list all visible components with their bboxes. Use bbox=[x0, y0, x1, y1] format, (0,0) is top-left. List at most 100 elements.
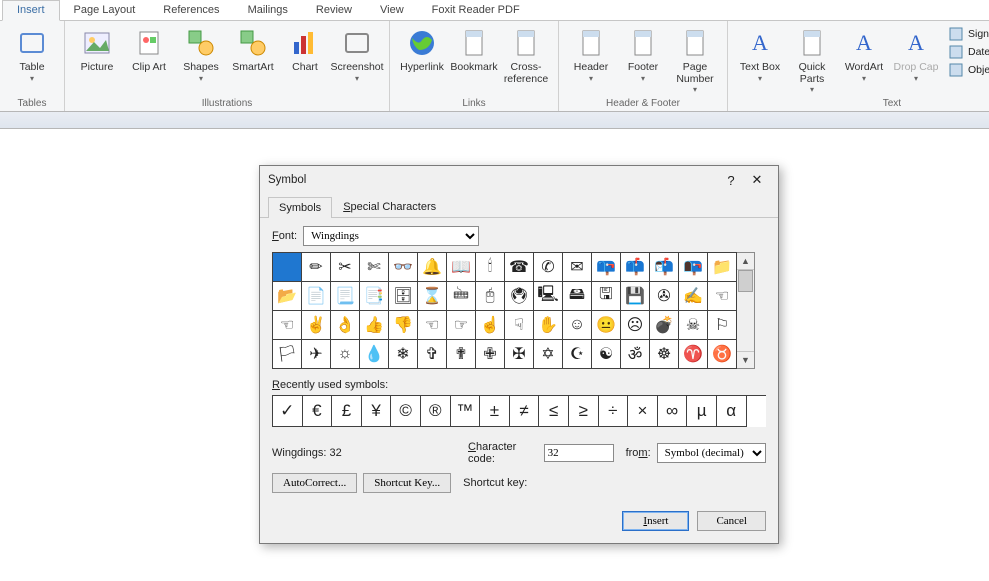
screenshot-button[interactable]: Screenshot▾ bbox=[331, 23, 383, 83]
symbol-cell[interactable]: ♉ bbox=[708, 340, 737, 369]
clip-art-button[interactable]: Clip Art bbox=[123, 23, 175, 74]
symbol-cell[interactable]: ☹ bbox=[621, 311, 650, 340]
symbol-cell[interactable]: ☜ bbox=[418, 311, 447, 340]
symbol-cell[interactable]: 🕯 bbox=[476, 253, 505, 282]
symbol-cell[interactable]: 📄 bbox=[302, 282, 331, 311]
symbol-cell[interactable]: ✆ bbox=[534, 253, 563, 282]
symbol-cell[interactable]: 🏳 bbox=[273, 340, 302, 369]
recent-symbol-cell[interactable]: ® bbox=[421, 396, 451, 427]
hyperlink-button[interactable]: Hyperlink bbox=[396, 23, 448, 74]
tab-page-layout[interactable]: Page Layout bbox=[60, 1, 150, 20]
symbol-cell[interactable]: ☠ bbox=[679, 311, 708, 340]
insert-button[interactable]: Insert bbox=[622, 511, 689, 531]
symbol-cell[interactable]: ☜ bbox=[708, 282, 737, 311]
symbol-cell[interactable]: ✙ bbox=[476, 340, 505, 369]
symbol-cell[interactable]: ❄ bbox=[389, 340, 418, 369]
recent-symbol-cell[interactable]: ∞ bbox=[658, 396, 688, 427]
recent-symbol-cell[interactable]: × bbox=[628, 396, 658, 427]
scroll-thumb[interactable] bbox=[738, 270, 753, 292]
symbol-cell[interactable]: ☪ bbox=[563, 340, 592, 369]
symbol-cell[interactable]: ☼ bbox=[331, 340, 360, 369]
scroll-down-icon[interactable]: ▼ bbox=[737, 351, 754, 368]
tab-review[interactable]: Review bbox=[302, 1, 366, 20]
symbol-cell[interactable]: 🖴 bbox=[563, 282, 592, 311]
symbol-cell[interactable]: ♈ bbox=[679, 340, 708, 369]
symbol-cell[interactable]: 📂 bbox=[273, 282, 302, 311]
table-button[interactable]: Table▾ bbox=[6, 23, 58, 83]
recent-symbol-cell[interactable]: ≥ bbox=[569, 396, 599, 427]
symbol-cell[interactable]: 📪 bbox=[592, 253, 621, 282]
recent-symbol-cell[interactable]: ✓ bbox=[273, 396, 303, 427]
symbol-cell[interactable]: 🖮 bbox=[447, 282, 476, 311]
symbol-cell[interactable]: ✡ bbox=[534, 340, 563, 369]
grid-scrollbar[interactable]: ▲ ▼ bbox=[737, 252, 755, 369]
symbol-cell[interactable]: 🖰 bbox=[476, 282, 505, 311]
signature-line-button[interactable]: Signature Line ▾ bbox=[946, 25, 989, 43]
recent-symbol-cell[interactable]: α bbox=[717, 396, 747, 427]
recent-symbol-cell[interactable]: µ bbox=[687, 396, 717, 427]
picture-button[interactable]: Picture bbox=[71, 23, 123, 74]
symbol-cell[interactable]: 📫 bbox=[621, 253, 650, 282]
shapes-button[interactable]: Shapes▾ bbox=[175, 23, 227, 83]
recent-symbol-cell[interactable]: ÷ bbox=[599, 396, 629, 427]
symbol-cell[interactable]: ✠ bbox=[505, 340, 534, 369]
symbol-cell[interactable]: 📁 bbox=[708, 253, 737, 282]
symbol-cell[interactable]: ✈ bbox=[302, 340, 331, 369]
symbol-cell[interactable]: 🖫 bbox=[592, 282, 621, 311]
recent-symbol-cell[interactable]: ≤ bbox=[539, 396, 569, 427]
quick-parts-button[interactable]: Quick Parts▾ bbox=[786, 23, 838, 95]
recent-symbol-cell[interactable]: © bbox=[391, 396, 421, 427]
footer-button[interactable]: Footer▾ bbox=[617, 23, 669, 83]
bookmark-button[interactable]: Bookmark bbox=[448, 23, 500, 74]
symbol-cell[interactable]: ✂ bbox=[331, 253, 360, 282]
tab-mailings[interactable]: Mailings bbox=[234, 1, 302, 20]
symbol-cell[interactable]: ✌ bbox=[302, 311, 331, 340]
symbol-cell[interactable]: ॐ bbox=[621, 340, 650, 369]
symbol-cell[interactable]: ☞ bbox=[447, 311, 476, 340]
tab-view[interactable]: View bbox=[366, 1, 418, 20]
symbol-cell[interactable]: 📃 bbox=[331, 282, 360, 311]
scroll-up-icon[interactable]: ▲ bbox=[737, 253, 754, 270]
symbol-cell[interactable]: ✏ bbox=[302, 253, 331, 282]
symbol-cell[interactable]: ☝ bbox=[476, 311, 505, 340]
header-button[interactable]: Header▾ bbox=[565, 23, 617, 83]
symbol-cell[interactable]: 💾 bbox=[621, 282, 650, 311]
symbol-cell[interactable]: ✍ bbox=[679, 282, 708, 311]
symbol-cell[interactable]: 😐 bbox=[592, 311, 621, 340]
symbol-cell[interactable]: ☎ bbox=[505, 253, 534, 282]
symbol-cell[interactable]: 📖 bbox=[447, 253, 476, 282]
symbol-cell[interactable]: ☜ bbox=[273, 311, 302, 340]
symbol-cell[interactable]: ☸ bbox=[650, 340, 679, 369]
symbol-cell[interactable]: 🖲 bbox=[505, 282, 534, 311]
drop-cap-button[interactable]: ADrop Cap▾ bbox=[890, 23, 942, 83]
date-time-button[interactable]: Date & Time bbox=[946, 43, 989, 61]
symbol-cell[interactable]: ☟ bbox=[505, 311, 534, 340]
symbol-cell[interactable]: 📭 bbox=[679, 253, 708, 282]
symbol-cell[interactable]: 📑 bbox=[360, 282, 389, 311]
symbol-cell[interactable]: ✞ bbox=[418, 340, 447, 369]
symbol-cell[interactable]: 🗄 bbox=[389, 282, 418, 311]
recent-symbol-cell[interactable]: € bbox=[303, 396, 333, 427]
help-button[interactable]: ? bbox=[718, 173, 744, 188]
cross-reference-button[interactable]: Cross-reference bbox=[500, 23, 552, 85]
symbol-cell[interactable]: ⌛ bbox=[418, 282, 447, 311]
object-button[interactable]: Object ▾ bbox=[946, 61, 989, 79]
symbol-cell[interactable]: 🔔 bbox=[418, 253, 447, 282]
smartart-button[interactable]: SmartArt bbox=[227, 23, 279, 74]
font-select[interactable]: Wingdings bbox=[303, 226, 479, 246]
cancel-button[interactable]: Cancel bbox=[697, 511, 766, 531]
tab-references[interactable]: References bbox=[149, 1, 233, 20]
text-box-button[interactable]: AText Box▾ bbox=[734, 23, 786, 83]
symbol-cell[interactable]: ✟ bbox=[447, 340, 476, 369]
tab-special-characters[interactable]: Special Characters bbox=[332, 196, 447, 217]
symbol-cell[interactable]: 👍 bbox=[360, 311, 389, 340]
from-select[interactable]: Symbol (decimal) bbox=[657, 443, 766, 463]
tab-symbols[interactable]: Symbols bbox=[268, 197, 332, 218]
page-number-button[interactable]: Page Number▾ bbox=[669, 23, 721, 95]
symbol-cell[interactable]: 💧 bbox=[360, 340, 389, 369]
symbol-cell[interactable]: 👓 bbox=[389, 253, 418, 282]
char-code-input[interactable] bbox=[544, 444, 614, 462]
recent-symbol-cell[interactable]: ± bbox=[480, 396, 510, 427]
recent-symbol-cell[interactable]: ¥ bbox=[362, 396, 392, 427]
symbol-cell[interactable]: ✇ bbox=[650, 282, 679, 311]
